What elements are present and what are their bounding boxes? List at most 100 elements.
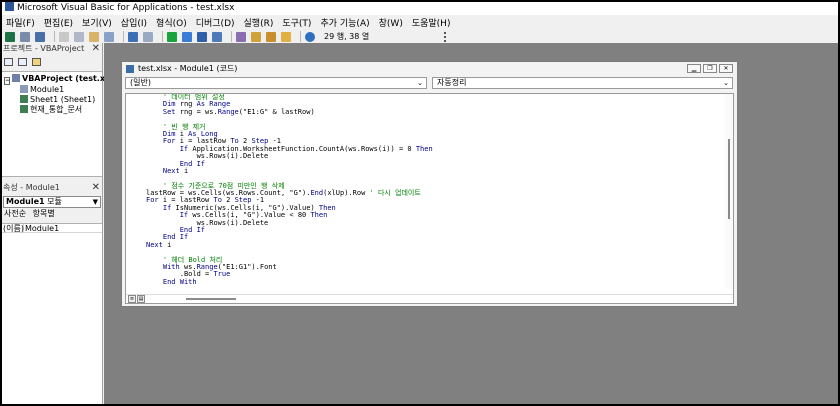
project-explorer-toolbar: [2, 55, 102, 69]
property-row[interactable]: (이름) Module1: [2, 224, 102, 233]
object-browser-icon[interactable]: [266, 31, 276, 42]
toolbar-separator: [162, 31, 163, 42]
menu-bar: 파일(F) 편집(E) 보기(V) 삽입(I) 형식(O) 디버그(D) 실행(…: [2, 15, 838, 30]
view-code-icon[interactable]: [4, 58, 13, 66]
toolbar-grip[interactable]: [444, 31, 448, 42]
code-window-combos: (일반) ⌄ 자동정리 ⌄: [125, 77, 734, 91]
tree-item-vbaproject[interactable]: − VBAProject (test.xls: [4, 74, 113, 85]
code-line[interactable]: End With: [146, 278, 726, 286]
tree-item-label: Module1: [30, 85, 65, 94]
menu-window[interactable]: 창(W): [379, 16, 403, 29]
title-bar: Microsoft Visual Basic for Applications …: [2, 2, 838, 15]
code-window-title: test.xlsx - Module1 (코드): [138, 64, 238, 73]
property-value[interactable]: Module1: [24, 224, 59, 233]
code-line[interactable]: End If: [146, 160, 726, 168]
minimize-button[interactable]: ▁: [687, 64, 701, 73]
menu-addins[interactable]: 추가 기능(A): [320, 16, 369, 29]
undo-icon[interactable]: [128, 31, 138, 42]
vbe-window: Microsoft Visual Basic for Applications …: [2, 2, 838, 404]
copy-icon[interactable]: [74, 31, 84, 42]
excel-icon[interactable]: [5, 31, 15, 42]
workbook-icon: [20, 105, 28, 113]
tree-item-sheet1[interactable]: Sheet1 (Sheet1): [20, 95, 95, 105]
code-line[interactable]: [146, 116, 726, 123]
horizontal-scrollbar-thumb[interactable]: [186, 298, 236, 300]
menu-file[interactable]: 파일(F): [6, 16, 35, 29]
menu-insert[interactable]: 삽입(I): [121, 16, 147, 29]
code-line[interactable]: End If: [146, 234, 726, 241]
tree-item-thisworkbook[interactable]: 현재_통합_문서: [20, 105, 82, 115]
code-line[interactable]: Set rng = ws.Range("E1:G" & lastRow): [146, 108, 726, 116]
paste-icon[interactable]: [89, 31, 99, 42]
design-mode-icon[interactable]: [212, 31, 222, 42]
code-line[interactable]: .Bold = True: [146, 270, 726, 278]
project-tree: − VBAProject (test.xls Module1 Sheet1 (Sh…: [2, 71, 113, 177]
properties-object-name: Module1: [6, 197, 45, 206]
close-button[interactable]: ✕: [719, 64, 733, 73]
code-window-icon: [126, 65, 134, 73]
reset-icon[interactable]: [197, 31, 207, 42]
scrollbar-thumb[interactable]: [728, 139, 730, 219]
code-line[interactable]: ws.Rows(i).Delete: [146, 219, 726, 227]
restore-button[interactable]: ❐: [703, 64, 717, 73]
full-module-view-icon[interactable]: ▤: [137, 295, 145, 303]
cut-icon[interactable]: [59, 31, 69, 42]
find-icon[interactable]: [104, 31, 114, 42]
code-line[interactable]: Next i: [146, 167, 726, 175]
menu-debug[interactable]: 디버그(D): [196, 16, 235, 29]
close-icon[interactable]: ✕: [92, 182, 100, 193]
toggle-folders-icon[interactable]: [32, 58, 41, 66]
object-select-value: (일반): [130, 78, 151, 87]
toolbox-icon[interactable]: [281, 31, 291, 42]
view-object-icon[interactable]: [18, 58, 27, 66]
code-line[interactable]: End If: [146, 226, 726, 234]
procedure-view-icon[interactable]: ≡: [128, 295, 136, 303]
menu-format[interactable]: 형식(O): [156, 16, 187, 29]
close-icon[interactable]: ✕: [92, 43, 100, 54]
code-window: test.xlsx - Module1 (코드) ▁ ❐ ✕ (일반) ⌄ 자동…: [121, 61, 738, 307]
project-explorer-icon[interactable]: [236, 31, 246, 42]
code-comment-line[interactable]: ' 빈 행 제거: [146, 123, 726, 131]
cursor-position: 29 행, 38 열: [324, 32, 370, 41]
procedure-select[interactable]: 자동정리 ⌄: [432, 77, 733, 89]
code-line[interactable]: With ws.Range("E1:G1").Font: [146, 263, 726, 271]
menu-run[interactable]: 실행(R): [244, 16, 274, 29]
toolbar-separator: [300, 31, 301, 42]
save-icon[interactable]: [35, 31, 45, 42]
break-icon[interactable]: [182, 31, 192, 42]
help-icon[interactable]: [305, 31, 315, 42]
redo-icon[interactable]: [143, 31, 153, 42]
code-comment-line[interactable]: ' 데이터 범위 설정: [146, 94, 726, 101]
chevron-down-icon: ▼: [92, 198, 98, 206]
properties-object-select[interactable]: Module1 모듈 ▼: [3, 196, 101, 208]
properties-header: 속성 - Module1 ✕: [2, 182, 102, 194]
menu-help[interactable]: 도움말(H): [412, 16, 451, 29]
properties-tabs: 사전순 항목별: [2, 208, 102, 220]
window-controls: ▁ ❐ ✕: [687, 64, 733, 73]
run-icon[interactable]: [167, 31, 177, 42]
tree-item-label: 현재_통합_문서: [30, 105, 83, 114]
tree-item-module1[interactable]: Module1: [20, 85, 64, 95]
tab-categorized[interactable]: 항목별: [33, 209, 55, 218]
menu-edit[interactable]: 편집(E): [44, 16, 73, 29]
object-select[interactable]: (일반) ⌄: [125, 77, 427, 89]
vertical-scrollbar[interactable]: [725, 94, 733, 289]
menu-view[interactable]: 보기(V): [82, 16, 112, 29]
code-editor[interactable]: ' 데이터 범위 설정 Dim rng As Range Set rng = w…: [125, 93, 734, 304]
sheet-icon: [20, 95, 28, 103]
property-key: (이름): [3, 224, 24, 233]
code-line[interactable]: Next i: [146, 241, 726, 249]
vba-logo-icon: [5, 2, 14, 11]
insert-module-icon[interactable]: [20, 31, 30, 42]
collapse-icon[interactable]: −: [4, 77, 10, 85]
properties-window-icon[interactable]: [251, 31, 261, 42]
tab-alphabetic[interactable]: 사전순: [4, 209, 26, 218]
code-line[interactable]: ws.Rows(i).Delete: [146, 152, 726, 160]
code-line[interactable]: [146, 249, 726, 256]
toolbar-separator: [123, 31, 124, 42]
tree-item-label: VBAProject (test.xls: [22, 74, 113, 83]
project-explorer-title: 프로젝트 - VBAProject: [3, 44, 85, 53]
properties-title: 속성 - Module1: [3, 183, 60, 192]
menu-tools[interactable]: 도구(T): [282, 16, 311, 29]
code-text-area[interactable]: ' 데이터 범위 설정 Dim rng As Range Set rng = w…: [146, 94, 726, 286]
